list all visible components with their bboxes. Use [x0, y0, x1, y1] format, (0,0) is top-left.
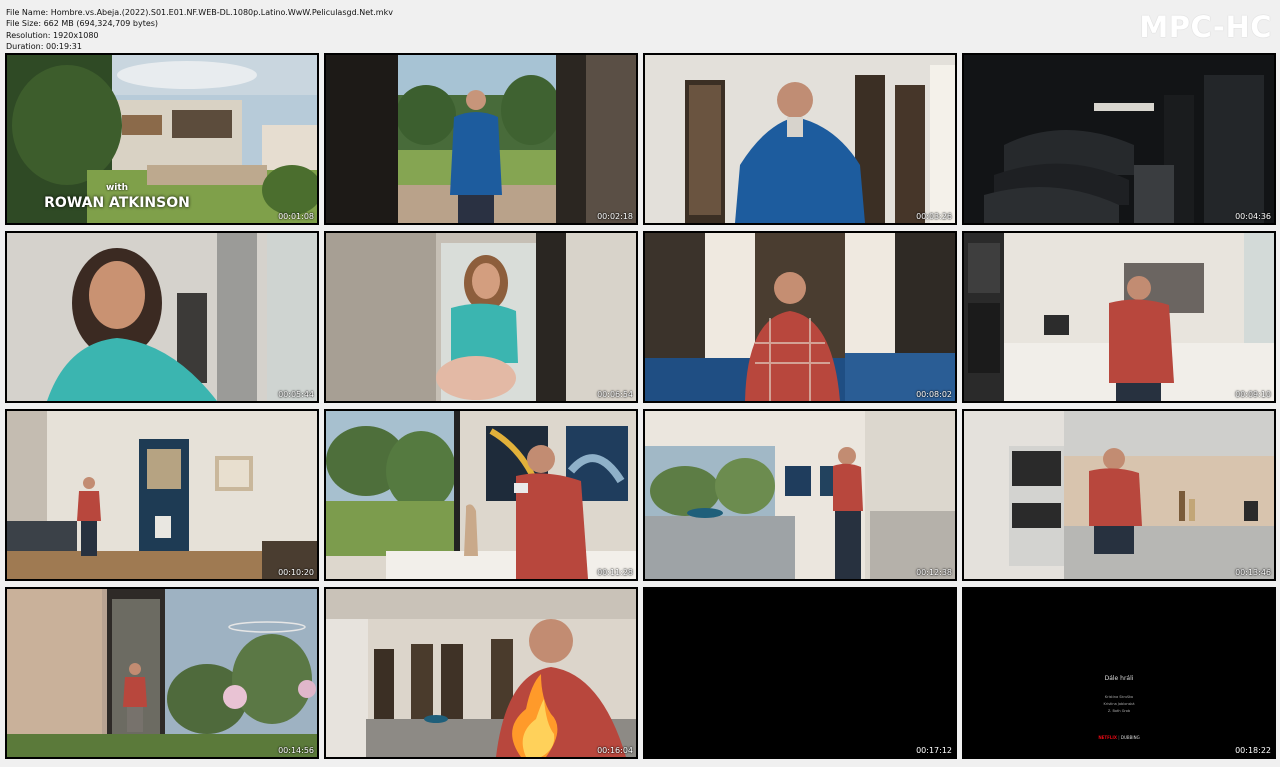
kitchen-island-scene [645, 411, 955, 579]
timestamp: 00:09:10 [1235, 390, 1271, 399]
netflix-logo: NETFLIX [1098, 735, 1117, 740]
mpc-hc-logo: MPC-HC [1139, 10, 1272, 44]
thumbnail-15[interactable]: 00:17:12 [643, 587, 957, 759]
kitchen-man-scene [964, 233, 1274, 401]
thumbnail-5[interactable]: 00:05:44 [5, 231, 319, 403]
timestamp: 00:06:54 [597, 390, 633, 399]
timestamp: 00:05:44 [278, 390, 314, 399]
dark-garage-scene [964, 55, 1274, 223]
garden-doorway-scene [7, 589, 317, 757]
dubbing-credit-line: Z. Both Grob [1107, 709, 1131, 713]
dubbing-credit-line: Kristina Jablonská [1103, 702, 1135, 706]
thumbnail-13[interactable]: 00:14:56 [5, 587, 319, 759]
timestamp: 00:10:20 [278, 568, 314, 577]
timestamp: 00:08:02 [916, 390, 952, 399]
thumbnail-grid: with ROWAN ATKINSON 00:01:08 00:02:18 00… [5, 53, 1276, 761]
thumbnail-1[interactable]: with ROWAN ATKINSON 00:01:08 [5, 53, 319, 225]
timestamp: 00:14:56 [278, 746, 314, 755]
man-flambe-fire-scene [326, 589, 636, 757]
thumbnail-7[interactable]: 00:08:02 [643, 231, 957, 403]
timestamp: 00:18:22 [1235, 746, 1271, 755]
dubbing-credit-line: Kristina Skruška [1104, 695, 1134, 699]
timestamp: 00:04:36 [1235, 212, 1271, 221]
timestamp: 00:03:26 [916, 212, 952, 221]
timestamp: 00:12:38 [916, 568, 952, 577]
dubbing-logos: NETFLIX | DUBBING [964, 735, 1274, 740]
thumbnail-3[interactable]: 00:03:26 [643, 53, 957, 225]
thumbnail-14[interactable]: 00:16:04 [324, 587, 638, 759]
timestamp: 00:13:46 [1235, 568, 1271, 577]
kitchen-ovens-scene [964, 411, 1274, 579]
woman-teal-top-scene [7, 233, 317, 401]
file-size: File Size: 662 MB (694,324,709 bytes) [6, 19, 159, 29]
credit-with: with [105, 183, 129, 193]
file-info: File Name: Hombre.vs.Abeja.(2022).S01.E0… [6, 7, 393, 53]
thumbnail-9[interactable]: 00:10:20 [5, 409, 319, 581]
black-frame-scene [645, 589, 955, 757]
dubbing-credits-scene [964, 589, 1274, 757]
thumbnail-11[interactable]: 00:12:38 [643, 409, 957, 581]
thumbnail-6[interactable]: 00:06:54 [324, 231, 638, 403]
duration: Duration: 00:19:31 [6, 42, 82, 52]
woman-doorway-scene [326, 233, 636, 401]
dubbing-label: DUBBING [1120, 735, 1140, 740]
thumbnail-8[interactable]: 00:09:10 [962, 231, 1276, 403]
thumbnail-10[interactable]: 00:11:28 [324, 409, 638, 581]
man-blowdryer-scene [326, 411, 636, 579]
man-on-phone-sofa-scene [645, 233, 955, 401]
hallway-door-scene [7, 411, 317, 579]
doorway-man-scene [326, 55, 636, 223]
thumbnail-2[interactable]: 00:02:18 [324, 53, 638, 225]
timestamp: 00:17:12 [916, 746, 952, 755]
thumbnail-4[interactable]: 00:04:36 [962, 53, 1276, 225]
timestamp: 00:01:08 [278, 212, 314, 221]
interior-man-blue-jacket-scene [645, 55, 955, 223]
thumbnail-16[interactable]: Dále hráli Kristina Skruška Kristina Jab… [962, 587, 1276, 759]
credit-actor-name: ROWAN ATKINSON [44, 195, 190, 211]
timestamp: 00:16:04 [597, 746, 633, 755]
file-name: File Name: Hombre.vs.Abeja.(2022).S01.E0… [6, 8, 393, 17]
timestamp: 00:02:18 [597, 212, 633, 221]
resolution: Resolution: 1920x1080 [6, 30, 99, 40]
logo-separator: | [1118, 735, 1120, 740]
timestamp: 00:11:28 [597, 568, 633, 577]
dubbing-credits-title: Dále hráli [1104, 675, 1134, 682]
thumbnail-12[interactable]: 00:13:46 [962, 409, 1276, 581]
